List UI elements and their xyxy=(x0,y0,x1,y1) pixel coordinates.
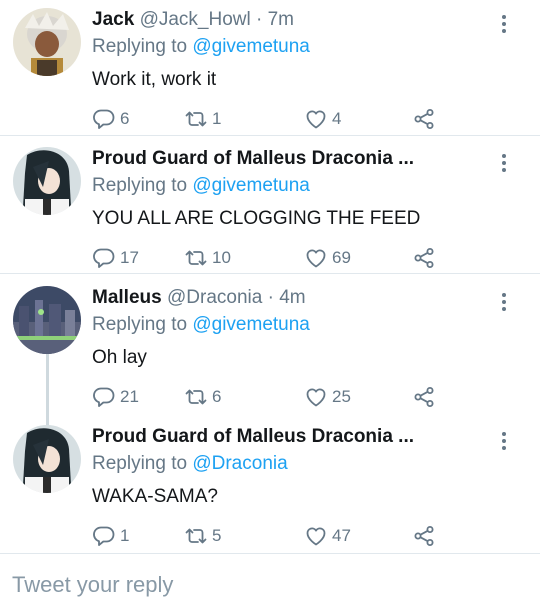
replying-to: Replying to @Draconia xyxy=(92,452,288,476)
reply-count: 21 xyxy=(120,387,139,406)
mention-link[interactable]: @Draconia xyxy=(192,453,287,474)
display-name[interactable]: Jack xyxy=(92,9,134,30)
reply-icon xyxy=(93,248,115,268)
like-button[interactable]: 4 xyxy=(304,104,341,134)
more-options-icon[interactable] xyxy=(496,290,512,314)
replying-to-label: Replying to xyxy=(92,314,188,335)
retweet-button[interactable]: 1 xyxy=(184,104,221,134)
share-button[interactable] xyxy=(412,382,436,412)
like-button[interactable]: 47 xyxy=(304,521,351,551)
replying-to-label: Replying to xyxy=(92,36,188,57)
reply-icon xyxy=(93,526,115,546)
display-name[interactable]: Malleus xyxy=(92,287,162,308)
timestamp: · 7m xyxy=(256,9,294,30)
like-icon xyxy=(306,110,326,129)
share-icon xyxy=(414,526,434,546)
retweet-button[interactable]: 6 xyxy=(184,382,221,412)
like-count: 47 xyxy=(332,526,351,545)
replying-to-label: Replying to xyxy=(92,453,188,474)
replying-to: Replying to @givemetuna xyxy=(92,35,310,59)
tweet-header: Malleus @Draconia · 4m xyxy=(92,286,492,310)
like-count: 25 xyxy=(332,387,351,406)
mention-link[interactable]: @givemetuna xyxy=(192,36,310,57)
replying-to: Replying to @givemetuna xyxy=(92,174,310,198)
tweet-header: Proud Guard of Malleus Draconia ... xyxy=(92,425,492,449)
retweet-count: 1 xyxy=(212,109,222,128)
mention-link[interactable]: @givemetuna xyxy=(192,175,310,196)
display-name[interactable]: Proud Guard of Malleus Draconia ... xyxy=(92,148,414,169)
replying-to-label: Replying to xyxy=(92,175,188,196)
replying-to: Replying to @givemetuna xyxy=(92,313,310,337)
tweet-actions: 17 10 69 xyxy=(92,243,452,273)
reply-icon xyxy=(93,387,115,407)
divider xyxy=(0,273,540,274)
retweet-icon xyxy=(185,528,207,544)
tweet-text: YOU ALL ARE CLOGGING THE FEED xyxy=(92,208,421,229)
more-options-icon[interactable] xyxy=(496,151,512,175)
divider xyxy=(0,135,540,136)
tweet-actions: 6 1 4 xyxy=(92,104,452,134)
reply-icon xyxy=(93,109,115,129)
user-handle[interactable]: @Draconia xyxy=(167,287,262,308)
tweet-header: Jack @Jack_Howl · 7m xyxy=(92,8,492,32)
tweet[interactable]: Proud Guard of Malleus Draconia ... Repl… xyxy=(0,425,540,546)
retweet-icon xyxy=(185,250,207,266)
reply-composer[interactable]: Tweet your reply xyxy=(0,553,540,615)
reply-count: 1 xyxy=(120,526,130,545)
like-icon xyxy=(306,527,326,546)
tweet-header: Proud Guard of Malleus Draconia ... xyxy=(92,147,492,171)
timestamp: · 4m xyxy=(267,287,306,308)
retweet-count: 5 xyxy=(212,526,222,545)
share-icon xyxy=(414,387,434,407)
retweet-button[interactable]: 5 xyxy=(184,521,221,551)
tweet-text: WAKA-SAMA? xyxy=(92,486,218,507)
avatar[interactable] xyxy=(13,147,81,215)
share-button[interactable] xyxy=(412,521,436,551)
like-icon xyxy=(306,388,326,407)
reply-count: 6 xyxy=(120,109,130,128)
tweet[interactable]: Malleus @Draconia · 4m Replying to @give… xyxy=(0,286,540,407)
retweet-button[interactable]: 10 xyxy=(184,243,231,273)
share-button[interactable] xyxy=(412,243,436,273)
reply-button[interactable]: 6 xyxy=(92,104,129,134)
reply-button[interactable]: 17 xyxy=(92,243,139,273)
tweet[interactable]: Jack @Jack_Howl · 7m Replying to @giveme… xyxy=(0,8,540,129)
retweet-count: 10 xyxy=(212,248,231,267)
retweet-icon xyxy=(185,389,207,405)
retweet-icon xyxy=(185,111,207,127)
avatar[interactable] xyxy=(13,286,81,354)
share-icon xyxy=(414,248,434,268)
tweet-text: Oh lay xyxy=(92,347,147,368)
reply-button[interactable]: 1 xyxy=(92,521,129,551)
tweet-actions: 1 5 47 xyxy=(92,521,452,551)
like-button[interactable]: 25 xyxy=(304,382,351,412)
share-icon xyxy=(414,109,434,129)
avatar[interactable] xyxy=(13,8,81,76)
reply-input[interactable]: Tweet your reply xyxy=(12,572,173,598)
like-count: 4 xyxy=(332,109,342,128)
more-options-icon[interactable] xyxy=(496,429,512,453)
tweet-actions: 21 6 25 xyxy=(92,382,452,412)
avatar[interactable] xyxy=(13,425,81,493)
reply-count: 17 xyxy=(120,248,139,267)
share-button[interactable] xyxy=(412,104,436,134)
tweet-text: Work it, work it xyxy=(92,69,217,90)
user-handle[interactable]: @Jack_Howl xyxy=(140,9,251,30)
more-options-icon[interactable] xyxy=(496,12,512,36)
like-icon xyxy=(306,249,326,268)
mention-link[interactable]: @givemetuna xyxy=(192,314,310,335)
like-count: 69 xyxy=(332,248,351,267)
tweet[interactable]: Proud Guard of Malleus Draconia ... Repl… xyxy=(0,147,540,268)
retweet-count: 6 xyxy=(212,387,222,406)
like-button[interactable]: 69 xyxy=(304,243,351,273)
display-name[interactable]: Proud Guard of Malleus Draconia ... xyxy=(92,426,414,447)
reply-button[interactable]: 21 xyxy=(92,382,139,412)
